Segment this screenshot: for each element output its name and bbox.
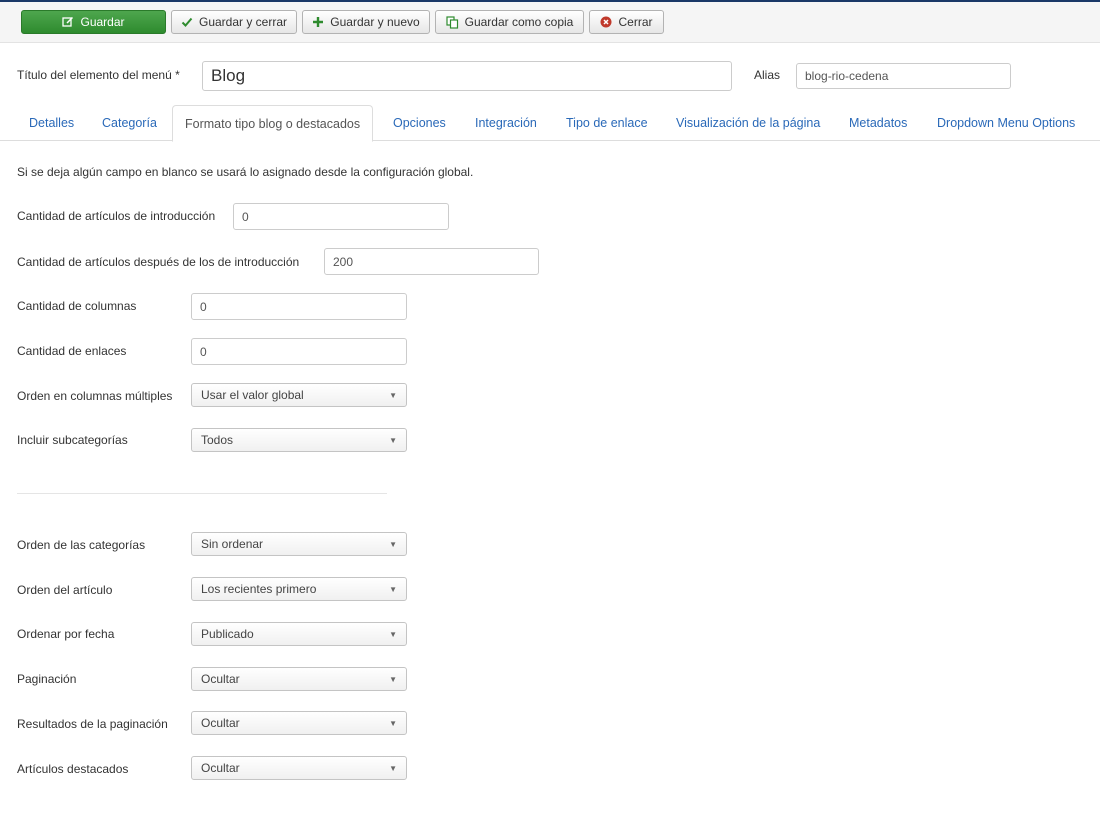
save-button[interactable]: Guardar [21, 10, 166, 34]
save-and-close-button[interactable]: Guardar y cerrar [171, 10, 297, 34]
tab-category[interactable]: Categoría [102, 105, 157, 141]
global-config-note: Si se deja algún campo en blanco se usar… [17, 165, 474, 179]
date-order-select[interactable]: Publicado ▼ [191, 622, 407, 646]
section-divider [17, 493, 387, 494]
tab-integration[interactable]: Integración [475, 105, 537, 141]
columns-input[interactable]: 0 [191, 293, 407, 320]
pagination-results-select[interactable]: Ocultar ▼ [191, 711, 407, 735]
date-order-value: Publicado [201, 627, 254, 641]
after-intro-count-label: Cantidad de artículos después de los de … [17, 255, 300, 269]
pagination-value: Ocultar [201, 672, 240, 686]
multi-column-order-label: Orden en columnas múltiples [17, 389, 173, 403]
category-order-value: Sin ordenar [201, 537, 264, 551]
close-circle-icon [600, 16, 612, 28]
menu-item-title-label: Título del elemento del menú * [17, 68, 180, 82]
date-order-label: Ordenar por fecha [17, 627, 115, 641]
save-and-new-button[interactable]: Guardar y nuevo [302, 10, 430, 34]
save-button-label: Guardar [80, 15, 125, 29]
alias-input[interactable]: blog-rio-cedena [796, 63, 1011, 89]
chevron-down-icon: ▼ [389, 436, 397, 445]
pagination-label: Paginación [17, 672, 77, 686]
category-order-label: Orden de las categorías [17, 538, 146, 552]
edit-icon [62, 16, 74, 28]
include-subcategories-select[interactable]: Todos ▼ [191, 428, 407, 452]
columns-value: 0 [200, 299, 207, 314]
links-label: Cantidad de enlaces [17, 344, 127, 358]
chevron-down-icon: ▼ [389, 719, 397, 728]
alias-value: blog-rio-cedena [805, 69, 889, 83]
article-order-select[interactable]: Los recientes primero ▼ [191, 577, 407, 601]
tab-dropdown-menu-options[interactable]: Dropdown Menu Options [937, 105, 1075, 141]
tab-page-display[interactable]: Visualización de la página [676, 105, 820, 141]
pagination-results-label: Resultados de la paginación [17, 717, 168, 731]
copy-icon [446, 15, 459, 29]
featured-articles-value: Ocultar [201, 761, 240, 775]
include-subcategories-value: Todos [201, 433, 234, 447]
intro-count-value: 0 [242, 209, 249, 224]
tab-bar: Detalles Categoría Formato tipo blog o d… [0, 105, 1100, 142]
tab-blog-layout[interactable]: Formato tipo blog o destacados [172, 105, 374, 142]
plus-icon [312, 16, 324, 28]
pagination-results-value: Ocultar [201, 716, 240, 730]
tab-metadata[interactable]: Metadatos [849, 105, 907, 141]
toolbar: Guardar Guardar y cerrar Guardar y nuevo… [0, 2, 1100, 43]
tab-options[interactable]: Opciones [393, 105, 446, 141]
chevron-down-icon: ▼ [389, 675, 397, 684]
intro-count-label: Cantidad de artículos de introducción [17, 209, 216, 223]
save-and-new-label: Guardar y nuevo [330, 15, 420, 29]
title-row: Título del elemento del menú * Blog Alia… [0, 44, 1100, 104]
chevron-down-icon: ▼ [389, 585, 397, 594]
multi-column-order-value: Usar el valor global [201, 388, 304, 402]
columns-label: Cantidad de columnas [17, 299, 137, 313]
intro-count-input[interactable]: 0 [233, 203, 449, 230]
article-order-value: Los recientes primero [201, 582, 317, 596]
after-intro-count-input[interactable]: 200 [324, 248, 539, 275]
after-intro-count-value: 200 [333, 254, 354, 269]
multi-column-order-select[interactable]: Usar el valor global ▼ [191, 383, 407, 407]
pagination-select[interactable]: Ocultar ▼ [191, 667, 407, 691]
close-button[interactable]: Cerrar [589, 10, 664, 34]
save-and-close-label: Guardar y cerrar [198, 15, 288, 29]
menu-item-title-input[interactable]: Blog [202, 61, 732, 91]
category-order-select[interactable]: Sin ordenar ▼ [191, 532, 407, 556]
links-value: 0 [200, 344, 207, 359]
save-as-copy-button[interactable]: Guardar como copia [435, 10, 584, 34]
chevron-down-icon: ▼ [389, 764, 397, 773]
include-subcategories-label: Incluir subcategorías [17, 433, 128, 447]
chevron-down-icon: ▼ [389, 540, 397, 549]
tab-link-type[interactable]: Tipo de enlace [566, 105, 648, 141]
tab-details[interactable]: Detalles [29, 105, 74, 141]
menu-item-title-value: Blog [211, 66, 246, 85]
featured-articles-label: Artículos destacados [17, 762, 129, 776]
chevron-down-icon: ▼ [389, 391, 397, 400]
close-button-label: Cerrar [618, 15, 653, 29]
featured-articles-select[interactable]: Ocultar ▼ [191, 756, 407, 780]
alias-label: Alias [754, 68, 781, 82]
chevron-down-icon: ▼ [389, 630, 397, 639]
article-order-label: Orden del artículo [17, 583, 113, 597]
check-icon [181, 16, 193, 28]
save-as-copy-label: Guardar como copia [464, 15, 574, 29]
links-input[interactable]: 0 [191, 338, 407, 365]
